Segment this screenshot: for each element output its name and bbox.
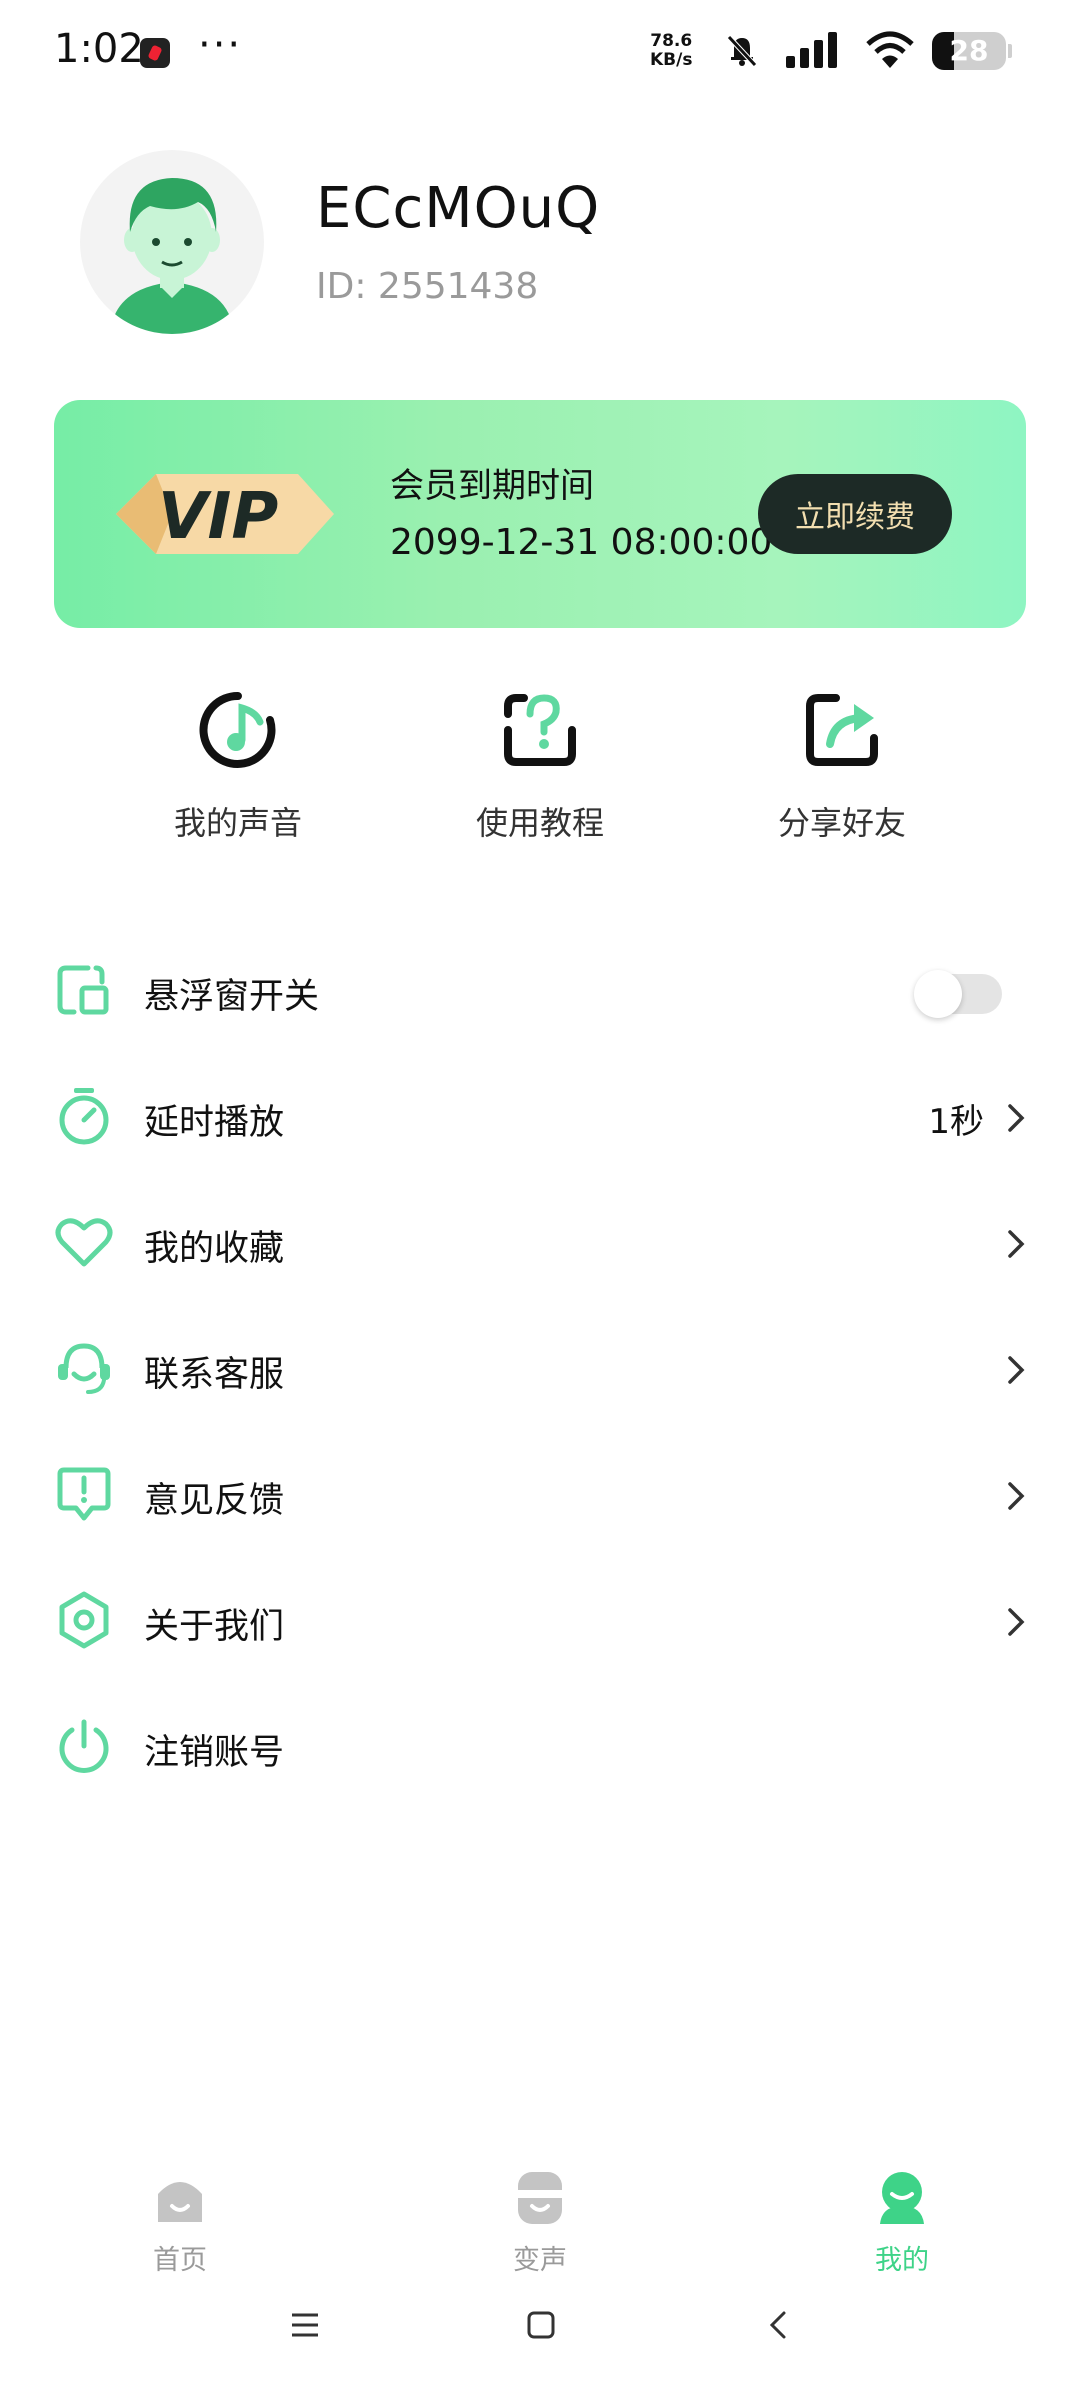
about-icon <box>59 1591 109 1649</box>
menu-item-delete-account[interactable]: 注销账号 <box>0 1686 1080 1812</box>
bell-muted-icon <box>727 35 757 67</box>
delay-value: 1秒 <box>928 1102 984 1142</box>
vip-expiry-date: 2099-12-31 08:00:00 <box>390 522 773 563</box>
menu-item-label: 悬浮窗开关 <box>144 977 320 1017</box>
chevron-right-icon <box>1008 1356 1025 1384</box>
vip-badge-text: VIP <box>158 480 278 554</box>
quick-action-my-voice[interactable]: 我的声音 <box>118 690 358 844</box>
menu-item-floating-window: 悬浮窗开关 <box>0 930 1080 1056</box>
tab-label: 我的 <box>875 2245 929 2276</box>
vip-badge-icon: VIP <box>116 474 334 554</box>
quick-action-tutorial[interactable]: 使用教程 <box>420 690 660 844</box>
feedback-icon <box>57 1467 111 1521</box>
menu-item-customer-service[interactable]: 联系客服 <box>0 1308 1080 1434</box>
vip-expiry-label: 会员到期时间 <box>390 466 594 506</box>
wifi-icon <box>866 31 914 68</box>
chevron-right-icon <box>1008 1230 1025 1258</box>
home-nav-icon[interactable] <box>526 2310 556 2340</box>
tab-voice-change[interactable]: 变声 <box>460 2168 620 2277</box>
tab-label: 变声 <box>513 2245 567 2276</box>
net-speed: 78.6 KB/s <box>650 31 693 70</box>
chevron-right-icon <box>1008 1482 1025 1510</box>
status-bar: 1:02 ··· 78.6 KB/s 28 <box>0 0 1080 100</box>
tab-label: 首页 <box>153 2245 207 2276</box>
menu-item-about-us[interactable]: 关于我们 <box>0 1560 1080 1686</box>
help-icon <box>504 694 576 766</box>
back-nav-icon[interactable] <box>764 2310 794 2340</box>
menu-item-label: 我的收藏 <box>144 1229 285 1269</box>
menu-item-label: 注销账号 <box>144 1733 285 1773</box>
menu-item-favorites[interactable]: 我的收藏 <box>0 1182 1080 1308</box>
menu-item-label: 联系客服 <box>144 1355 285 1395</box>
status-time: 1:02 <box>54 26 144 72</box>
quick-action-label: 我的声音 <box>173 804 302 842</box>
notification-app-icon <box>140 38 170 68</box>
avatar-image <box>110 178 234 334</box>
power-icon <box>59 1719 109 1773</box>
heart-icon <box>55 1218 113 1267</box>
quick-action-share[interactable]: 分享好友 <box>722 690 962 844</box>
home-icon <box>158 2182 202 2222</box>
avatar[interactable] <box>80 150 264 334</box>
menu-item-delayed-playback[interactable]: 延时播放 1秒 <box>0 1056 1080 1182</box>
floating-window-toggle[interactable] <box>914 970 1002 1018</box>
timer-icon <box>59 1088 109 1145</box>
music-note-icon <box>199 691 276 768</box>
tab-profile[interactable]: 我的 <box>822 2168 982 2277</box>
quick-action-label: 使用教程 <box>475 804 604 842</box>
renew-button[interactable]: 立即续费 <box>758 474 952 554</box>
menu-item-label: 意见反馈 <box>144 1481 285 1521</box>
user-id: ID: 2551438 <box>316 266 539 307</box>
battery-level: 28 <box>949 34 989 67</box>
headset-icon <box>58 1343 110 1394</box>
more-notifications: ··· <box>198 22 243 68</box>
share-icon <box>806 694 878 766</box>
chevron-right-icon <box>1008 1104 1025 1132</box>
floating-window-icon <box>57 965 109 1015</box>
menu-item-label: 延时播放 <box>144 1103 285 1143</box>
vip-card[interactable]: VIP 会员到期时间 2099-12-31 08:00:00 立即续费 <box>54 400 1026 628</box>
chevron-right-icon <box>1008 1608 1025 1636</box>
username: ECcMOuQ <box>316 176 601 241</box>
signal-icon <box>786 32 837 68</box>
battery-icon: 28 <box>932 32 1006 70</box>
menu-item-label: 关于我们 <box>144 1607 285 1647</box>
menu-item-feedback[interactable]: 意见反馈 <box>0 1434 1080 1560</box>
quick-action-label: 分享好友 <box>777 804 906 842</box>
menu-nav-icon[interactable] <box>290 2310 320 2340</box>
voice-change-icon <box>518 2172 562 2224</box>
profile-icon <box>880 2172 924 2224</box>
tab-home[interactable]: 首页 <box>100 2168 260 2277</box>
